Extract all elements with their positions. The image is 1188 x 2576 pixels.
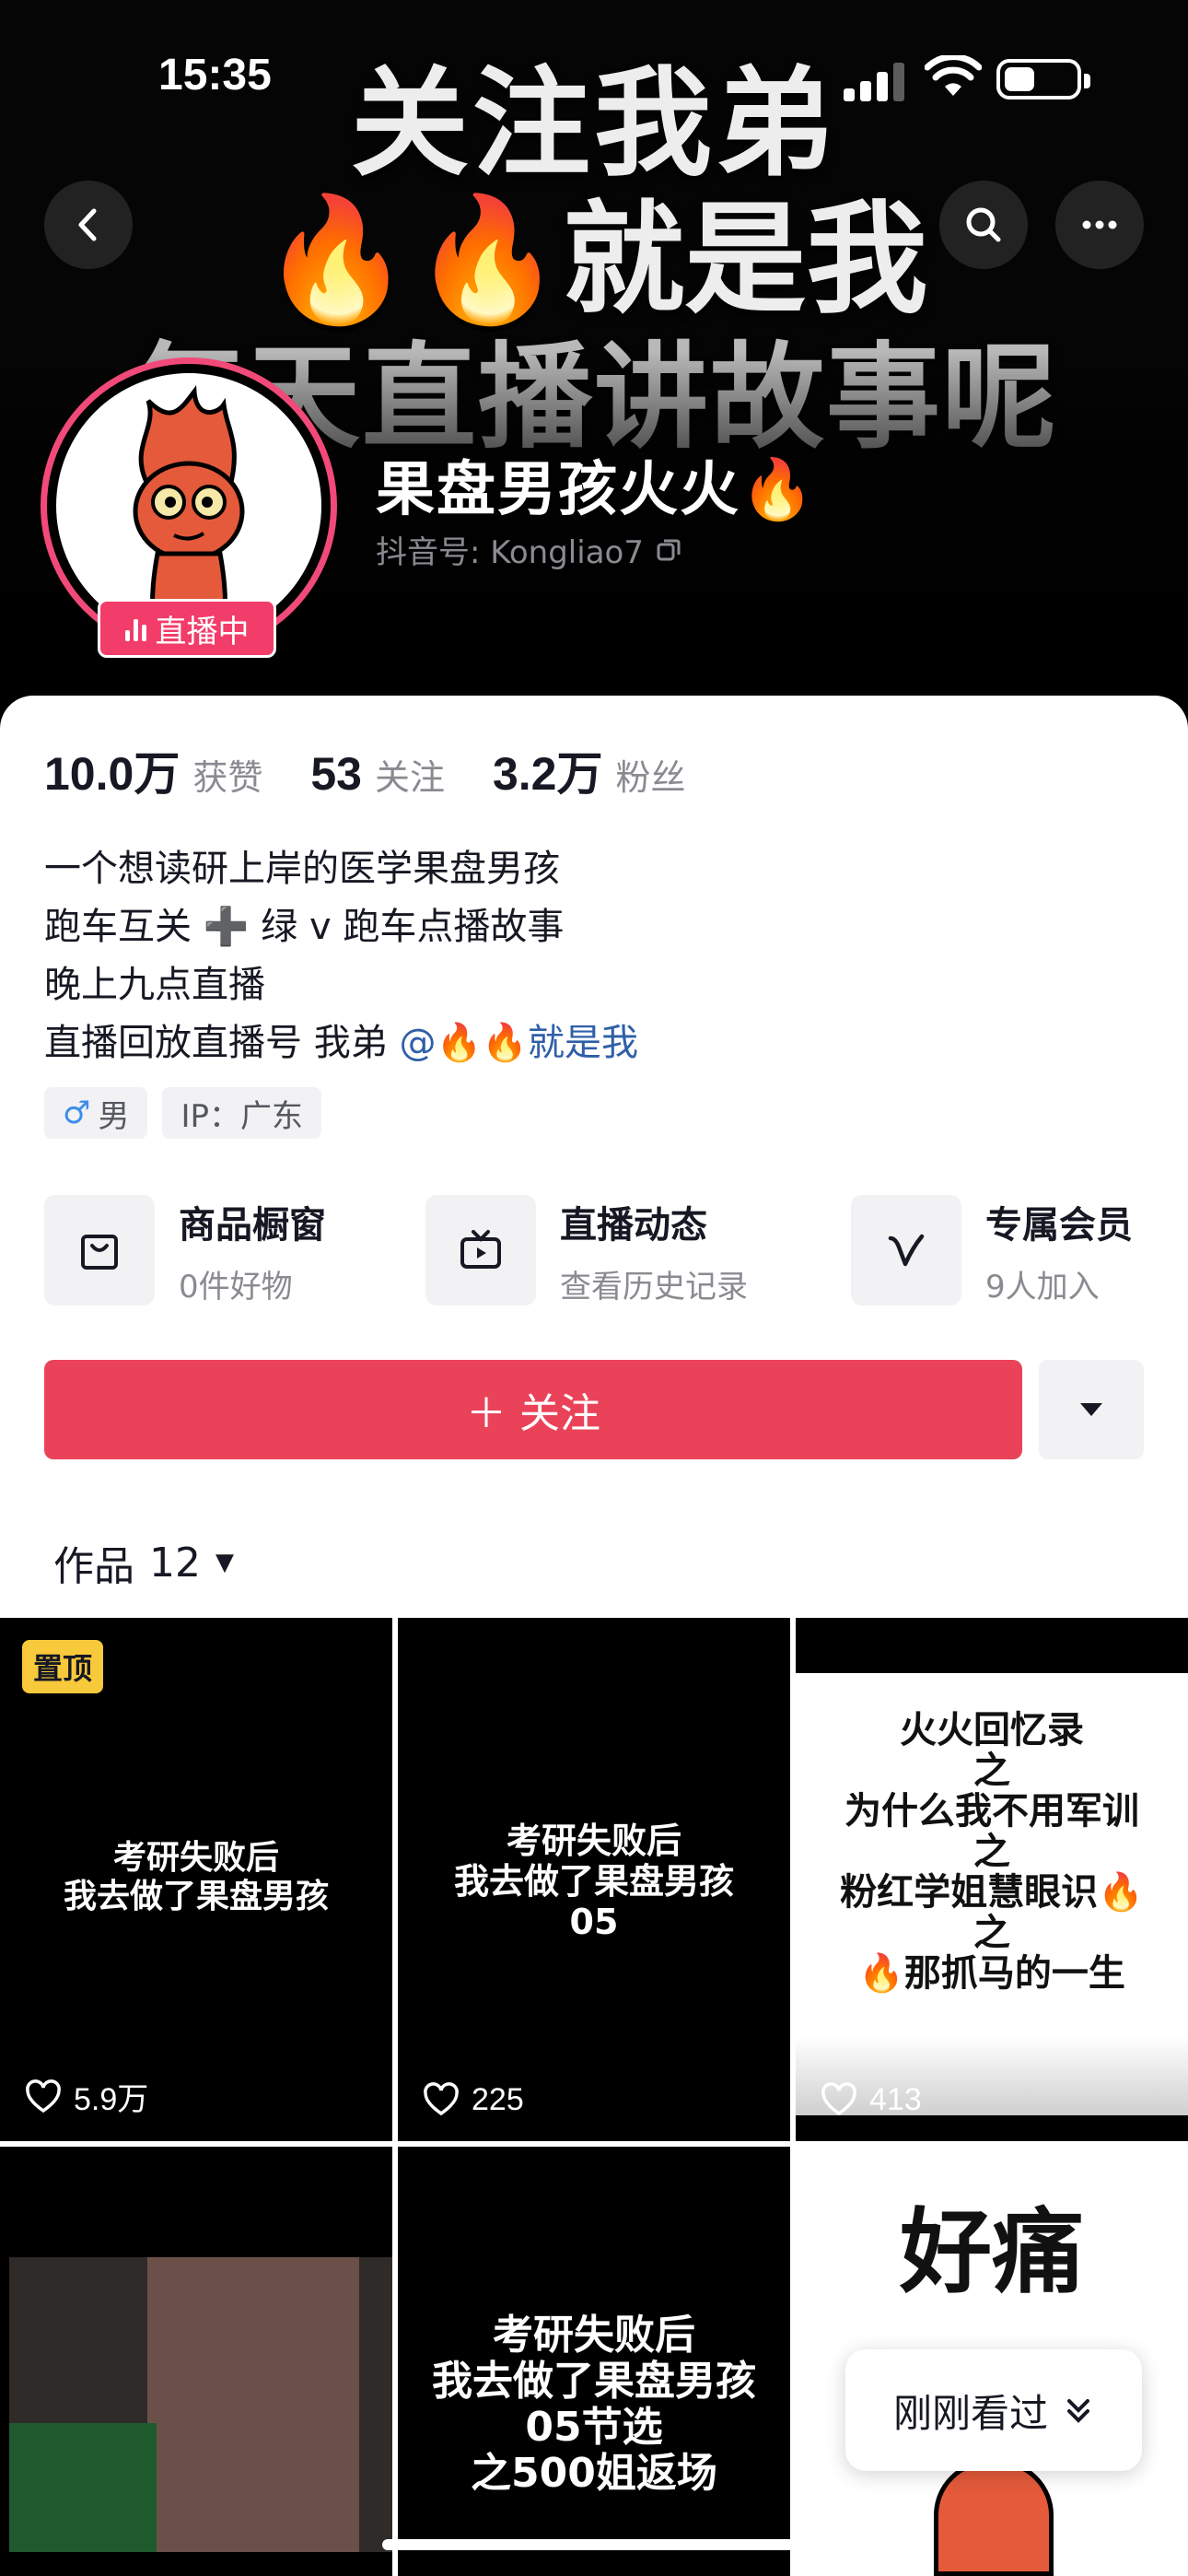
- likes-count[interactable]: 10.0万: [44, 737, 180, 803]
- followers-label: 粉丝: [615, 757, 686, 798]
- tv-icon: [425, 1195, 536, 1306]
- feature-row: 商品橱窗 0件好物 直播动态 查看历史记录 专属会员 9人加入: [44, 1194, 1149, 1306]
- bio-line-4: 直播回放直播号 我弟 @🔥🔥就是我: [44, 1014, 638, 1072]
- v-icon: [851, 1195, 961, 1306]
- followers-count[interactable]: 3.2万: [493, 737, 603, 803]
- pinned-badge: 置顶: [22, 1640, 104, 1693]
- video-tile[interactable]: 置顶 考研失败后 我去做了果盘男孩 5.9万: [0, 1618, 392, 2141]
- likes-label: 获赞: [192, 757, 263, 798]
- live-bars-icon: [124, 615, 146, 641]
- gender-label: 男: [98, 1097, 130, 1135]
- profile-bio: 一个想读研上岸的医学果盘男孩 跑车互关 ➕ 绿 v 跑车点播故事 晚上九点直播 …: [44, 840, 638, 1072]
- video-tile[interactable]: [0, 2147, 392, 2576]
- bio-mention-link[interactable]: @🔥🔥就是我: [399, 1022, 638, 1064]
- feature-member-title: 专属会员: [985, 1203, 1133, 1247]
- chevron-left-icon: [78, 208, 97, 241]
- home-indicator[interactable]: [382, 2539, 806, 2550]
- search-icon: [966, 207, 1001, 242]
- bio-line-1: 一个想读研上岸的医学果盘男孩: [44, 848, 560, 890]
- bio-line-2: 跑车互关 ➕ 绿 v 跑车点播故事: [44, 906, 565, 948]
- status-time: 15:35: [158, 51, 272, 100]
- video-tile[interactable]: 火火回忆录 之 为什么我不用军训 之 粉红学姐慧眼识🔥 之 🔥那抓马的一生 41…: [796, 1618, 1188, 2141]
- battery-icon: [996, 59, 1090, 100]
- back-button[interactable]: [44, 181, 133, 269]
- douyin-id-text: 抖音号: Kongliao7: [376, 534, 644, 571]
- feature-live-sub: 查看历史记录: [560, 1268, 748, 1306]
- status-bar: 15:35: [0, 0, 1188, 138]
- caret-down-icon: ▼: [215, 1549, 234, 1576]
- video-cover-text: 火火回忆录 之 为什么我不用军训 之 粉红学姐慧眼识🔥 之 🔥那抓马的一生: [840, 1709, 1144, 1995]
- heart-icon: [26, 2078, 61, 2113]
- heart-icon: [821, 2082, 856, 2116]
- ellipsis-icon: [1082, 220, 1117, 229]
- live-badge[interactable]: 直播中: [98, 599, 276, 658]
- works-count: 12: [149, 1539, 201, 1587]
- ip-label: IP：广东: [181, 1097, 304, 1135]
- profile-nickname: 果盘男孩火火🔥: [376, 456, 816, 524]
- wifi-icon: [925, 55, 982, 96]
- video-likes-count: 5.9万: [74, 2082, 149, 2117]
- recently-viewed-label: 刚刚看过: [892, 2390, 1048, 2436]
- works-label: 作品: [53, 1543, 134, 1590]
- recently-viewed-button[interactable]: 刚刚看过: [845, 2349, 1142, 2471]
- copy-icon: [657, 539, 681, 560]
- feature-shop-window[interactable]: 商品橱窗 0件好物: [44, 1194, 326, 1306]
- feature-shop-title: 商品橱窗: [179, 1203, 326, 1247]
- video-likes: 413: [820, 2080, 922, 2119]
- video-likes-count: 225: [472, 2081, 524, 2117]
- heart-icon: [424, 2082, 459, 2116]
- follow-button[interactable]: ＋ 关注: [44, 1360, 1022, 1459]
- feature-membership[interactable]: 专属会员 9人加入: [851, 1194, 1133, 1306]
- video-likes: 5.9万: [24, 2074, 148, 2119]
- bio-line-4-text: 直播回放直播号 我弟: [44, 1022, 400, 1064]
- feature-live-title: 直播动态: [560, 1203, 707, 1247]
- profile-stats: 10.0万 获赞 53 关注 3.2万 粉丝: [44, 737, 734, 803]
- ip-tag: IP：广东: [162, 1087, 322, 1139]
- douyin-id[interactable]: 抖音号: Kongliao7: [376, 527, 682, 572]
- recommend-dropdown-button[interactable]: [1039, 1360, 1144, 1459]
- search-button[interactable]: [939, 181, 1028, 269]
- fire-character-icon: [934, 2460, 1054, 2576]
- double-chevron-down-icon: [1067, 2399, 1089, 2423]
- feature-member-sub: 9人加入: [985, 1268, 1100, 1306]
- video-likes-count: 413: [869, 2081, 922, 2117]
- feature-shop-sub: 0件好物: [179, 1268, 293, 1306]
- video-thumbnail: [9, 2257, 392, 2552]
- feature-live-history[interactable]: 直播动态 查看历史记录: [425, 1194, 748, 1306]
- live-badge-label: 直播中: [155, 613, 250, 650]
- video-cover-text: 考研失败后 我去做了果盘男孩 05: [453, 1821, 734, 1942]
- video-cover-text: 好痛: [900, 2198, 1084, 2306]
- video-tile[interactable]: 考研失败后 我去做了果盘男孩 05节选 之500姐返场: [398, 2147, 790, 2576]
- gender-tag: ♂ 男: [44, 1087, 148, 1139]
- bio-line-3: 晚上九点直播: [44, 964, 265, 1006]
- video-tile[interactable]: 考研失败后 我去做了果盘男孩 05 225: [398, 1618, 790, 2141]
- video-cover-text: 考研失败后 我去做了果盘男孩 05节选 之500姐返场: [432, 2312, 756, 2497]
- video-cover-text: 考研失败后 我去做了果盘男孩: [63, 1839, 329, 1915]
- video-likes: 225: [422, 2080, 524, 2119]
- following-label: 关注: [374, 757, 445, 798]
- profile-tags: ♂ 男 IP：广东: [44, 1087, 322, 1139]
- cellular-signal-icon: [844, 61, 904, 101]
- caret-down-icon: [1080, 1403, 1102, 1416]
- following-count[interactable]: 53: [310, 747, 362, 801]
- tab-works[interactable]: 作品 12 ▼: [53, 1533, 234, 1592]
- profile-card: [0, 696, 1188, 1617]
- more-options-button[interactable]: [1055, 181, 1144, 269]
- shopping-bag-icon: [44, 1195, 155, 1306]
- male-icon: ♂: [63, 1095, 91, 1131]
